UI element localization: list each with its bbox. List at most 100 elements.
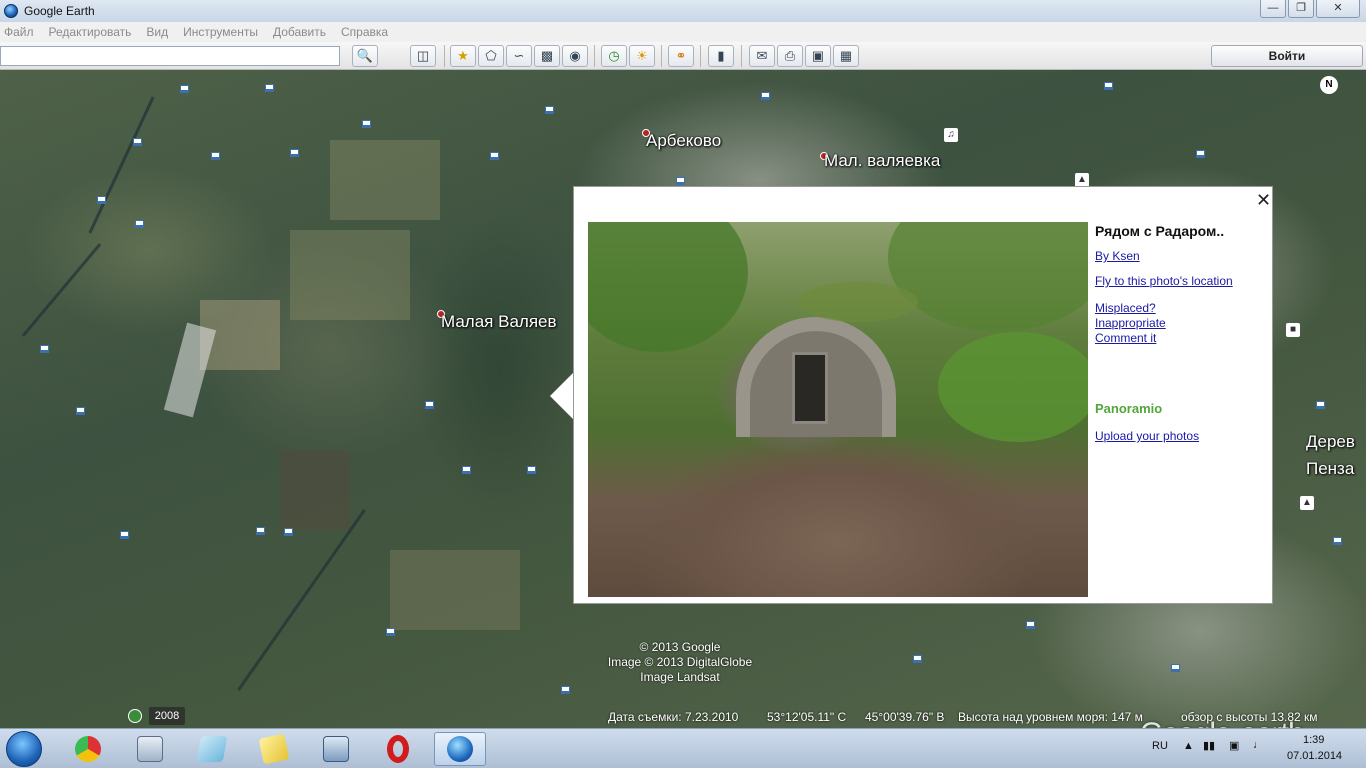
taskbar-calculator[interactable]: [124, 732, 176, 766]
maximize-button[interactable]: ❐: [1288, 0, 1314, 18]
menu-tools[interactable]: Инструменты: [183, 25, 258, 39]
photo-marker[interactable]: [425, 401, 434, 409]
menu-add[interactable]: Добавить: [273, 25, 326, 39]
chrome-icon: [75, 736, 101, 762]
author-link[interactable]: By Ksen: [1095, 249, 1140, 263]
sidebar-toggle-button[interactable]: ◫: [410, 45, 436, 67]
photo-marker[interactable]: [256, 527, 265, 535]
photo-info-balloon: ✕ Рядом с Радаром.. By Ksen Fly to this …: [573, 186, 1273, 604]
photo-marker[interactable]: [362, 120, 371, 128]
toolbar-divider: [661, 45, 662, 67]
comment-link[interactable]: Comment it: [1095, 331, 1156, 345]
photo-marker[interactable]: [180, 85, 189, 93]
network-icon[interactable]: ▮▮: [1203, 739, 1215, 752]
taskbar: RU ▲ ▮▮ ▣ ♩ 1:39 07.01.2014: [0, 728, 1366, 768]
taskbar-notepad[interactable]: [186, 732, 238, 766]
photo-marker[interactable]: [97, 196, 106, 204]
photo-marker[interactable]: [135, 220, 144, 228]
menu-help[interactable]: Справка: [341, 25, 388, 39]
photo-marker[interactable]: [761, 92, 770, 100]
minimize-button[interactable]: —: [1260, 0, 1286, 18]
taskbar-chrome[interactable]: [62, 732, 114, 766]
fly-to-location-link[interactable]: Fly to this photo's location: [1095, 274, 1233, 288]
popup-close-icon[interactable]: ✕: [1256, 191, 1271, 209]
place-label-penza[interactable]: Пенза: [1306, 459, 1354, 479]
taskbar-sticky-notes[interactable]: [248, 732, 300, 766]
photo-marker[interactable]: [120, 531, 129, 539]
photo-marker[interactable]: [76, 407, 85, 415]
photo-marker[interactable]: [386, 628, 395, 636]
volume-icon[interactable]: ♩: [1253, 739, 1264, 751]
photo-marker[interactable]: [1104, 82, 1113, 90]
clock-time[interactable]: 1:39: [1303, 734, 1324, 746]
photo-marker[interactable]: [133, 138, 142, 146]
school-icon[interactable]: ▲: [1075, 173, 1089, 187]
photo-marker[interactable]: [545, 106, 554, 114]
add-path-button[interactable]: ∽: [506, 45, 532, 67]
menu-view[interactable]: Вид: [146, 25, 168, 39]
photo-marker[interactable]: [490, 152, 499, 160]
photo-marker[interactable]: [1171, 664, 1180, 672]
close-button[interactable]: ✕: [1316, 0, 1360, 18]
photo-marker[interactable]: [527, 466, 536, 474]
misplaced-link[interactable]: Misplaced?: [1095, 301, 1156, 315]
place-label-mal-valyaevka[interactable]: Мал. валяевка: [824, 151, 940, 171]
menu-file[interactable]: Файл: [4, 25, 34, 39]
login-button[interactable]: Войти: [1211, 45, 1363, 67]
inappropriate-link[interactable]: Inappropriate: [1095, 316, 1166, 330]
photo-marker[interactable]: [1333, 537, 1342, 545]
switch-planet-button[interactable]: ⚭: [668, 45, 694, 67]
record-tour-button[interactable]: ◉: [562, 45, 588, 67]
credit-line: Image © 2013 DigitalGlobe: [607, 655, 753, 669]
photo-marker[interactable]: [1196, 150, 1205, 158]
photo-marker[interactable]: [676, 177, 685, 185]
photo-marker[interactable]: [1316, 401, 1325, 409]
notepad-icon: [196, 736, 228, 762]
elevation-readout: Высота над уровнем моря: 147 м: [958, 710, 1143, 724]
photo-marker[interactable]: [913, 655, 922, 663]
photo-marker[interactable]: [40, 345, 49, 353]
start-button[interactable]: [6, 731, 42, 767]
add-placemark-button[interactable]: ★: [450, 45, 476, 67]
place-label-arbekovo[interactable]: Арбеково: [646, 131, 721, 151]
print-button[interactable]: ⎙: [777, 45, 803, 67]
google-earth-icon: [447, 736, 473, 762]
menu-edit[interactable]: Редактировать: [49, 25, 132, 39]
taskbar-google-earth[interactable]: [434, 732, 486, 766]
show-hidden-icons-icon[interactable]: ▲: [1183, 740, 1194, 752]
hotel-icon[interactable]: ♫: [944, 128, 958, 142]
language-indicator[interactable]: RU: [1152, 740, 1168, 752]
window-title: Google Earth: [24, 4, 95, 18]
book-icon[interactable]: ■: [1286, 323, 1300, 337]
record-tour-icon: ◉: [569, 48, 581, 63]
add-polygon-button[interactable]: ⬠: [478, 45, 504, 67]
power-icon[interactable]: ▣: [1229, 739, 1239, 752]
photo-marker[interactable]: [462, 466, 471, 474]
photo-marker[interactable]: [561, 686, 570, 694]
photo-marker[interactable]: [290, 149, 299, 157]
view-in-maps-button[interactable]: ▦: [833, 45, 859, 67]
taskbar-opera[interactable]: [372, 732, 424, 766]
panoramio-photo[interactable]: [588, 222, 1088, 597]
save-image-button[interactable]: ▣: [805, 45, 831, 67]
add-overlay-button[interactable]: ▩: [534, 45, 560, 67]
ruler-icon: ▮: [717, 48, 725, 63]
north-indicator-icon[interactable]: N: [1320, 76, 1338, 94]
email-button[interactable]: ✉: [749, 45, 775, 67]
place-label-malaya-valyaevka[interactable]: Малая Валяев: [441, 312, 557, 332]
photo-marker[interactable]: [265, 84, 274, 92]
taskbar-remote-desktop[interactable]: [310, 732, 362, 766]
place-label-derev[interactable]: Дерев: [1306, 432, 1355, 452]
photo-marker[interactable]: [284, 528, 293, 536]
search-input[interactable]: [0, 46, 340, 66]
photo-marker[interactable]: [211, 152, 220, 160]
museum-icon[interactable]: ▲: [1300, 496, 1314, 510]
search-button[interactable]: 🔍: [352, 45, 378, 67]
sunlight-button[interactable]: ☀: [629, 45, 655, 67]
photo-marker[interactable]: [1026, 621, 1035, 629]
ruler-button[interactable]: ▮: [708, 45, 734, 67]
panoramio-logo[interactable]: Panoramio: [1095, 401, 1162, 416]
clock-date[interactable]: 07.01.2014: [1287, 750, 1342, 762]
upload-photos-link[interactable]: Upload your photos: [1095, 429, 1199, 443]
historical-imagery-button[interactable]: ◷: [601, 45, 627, 67]
